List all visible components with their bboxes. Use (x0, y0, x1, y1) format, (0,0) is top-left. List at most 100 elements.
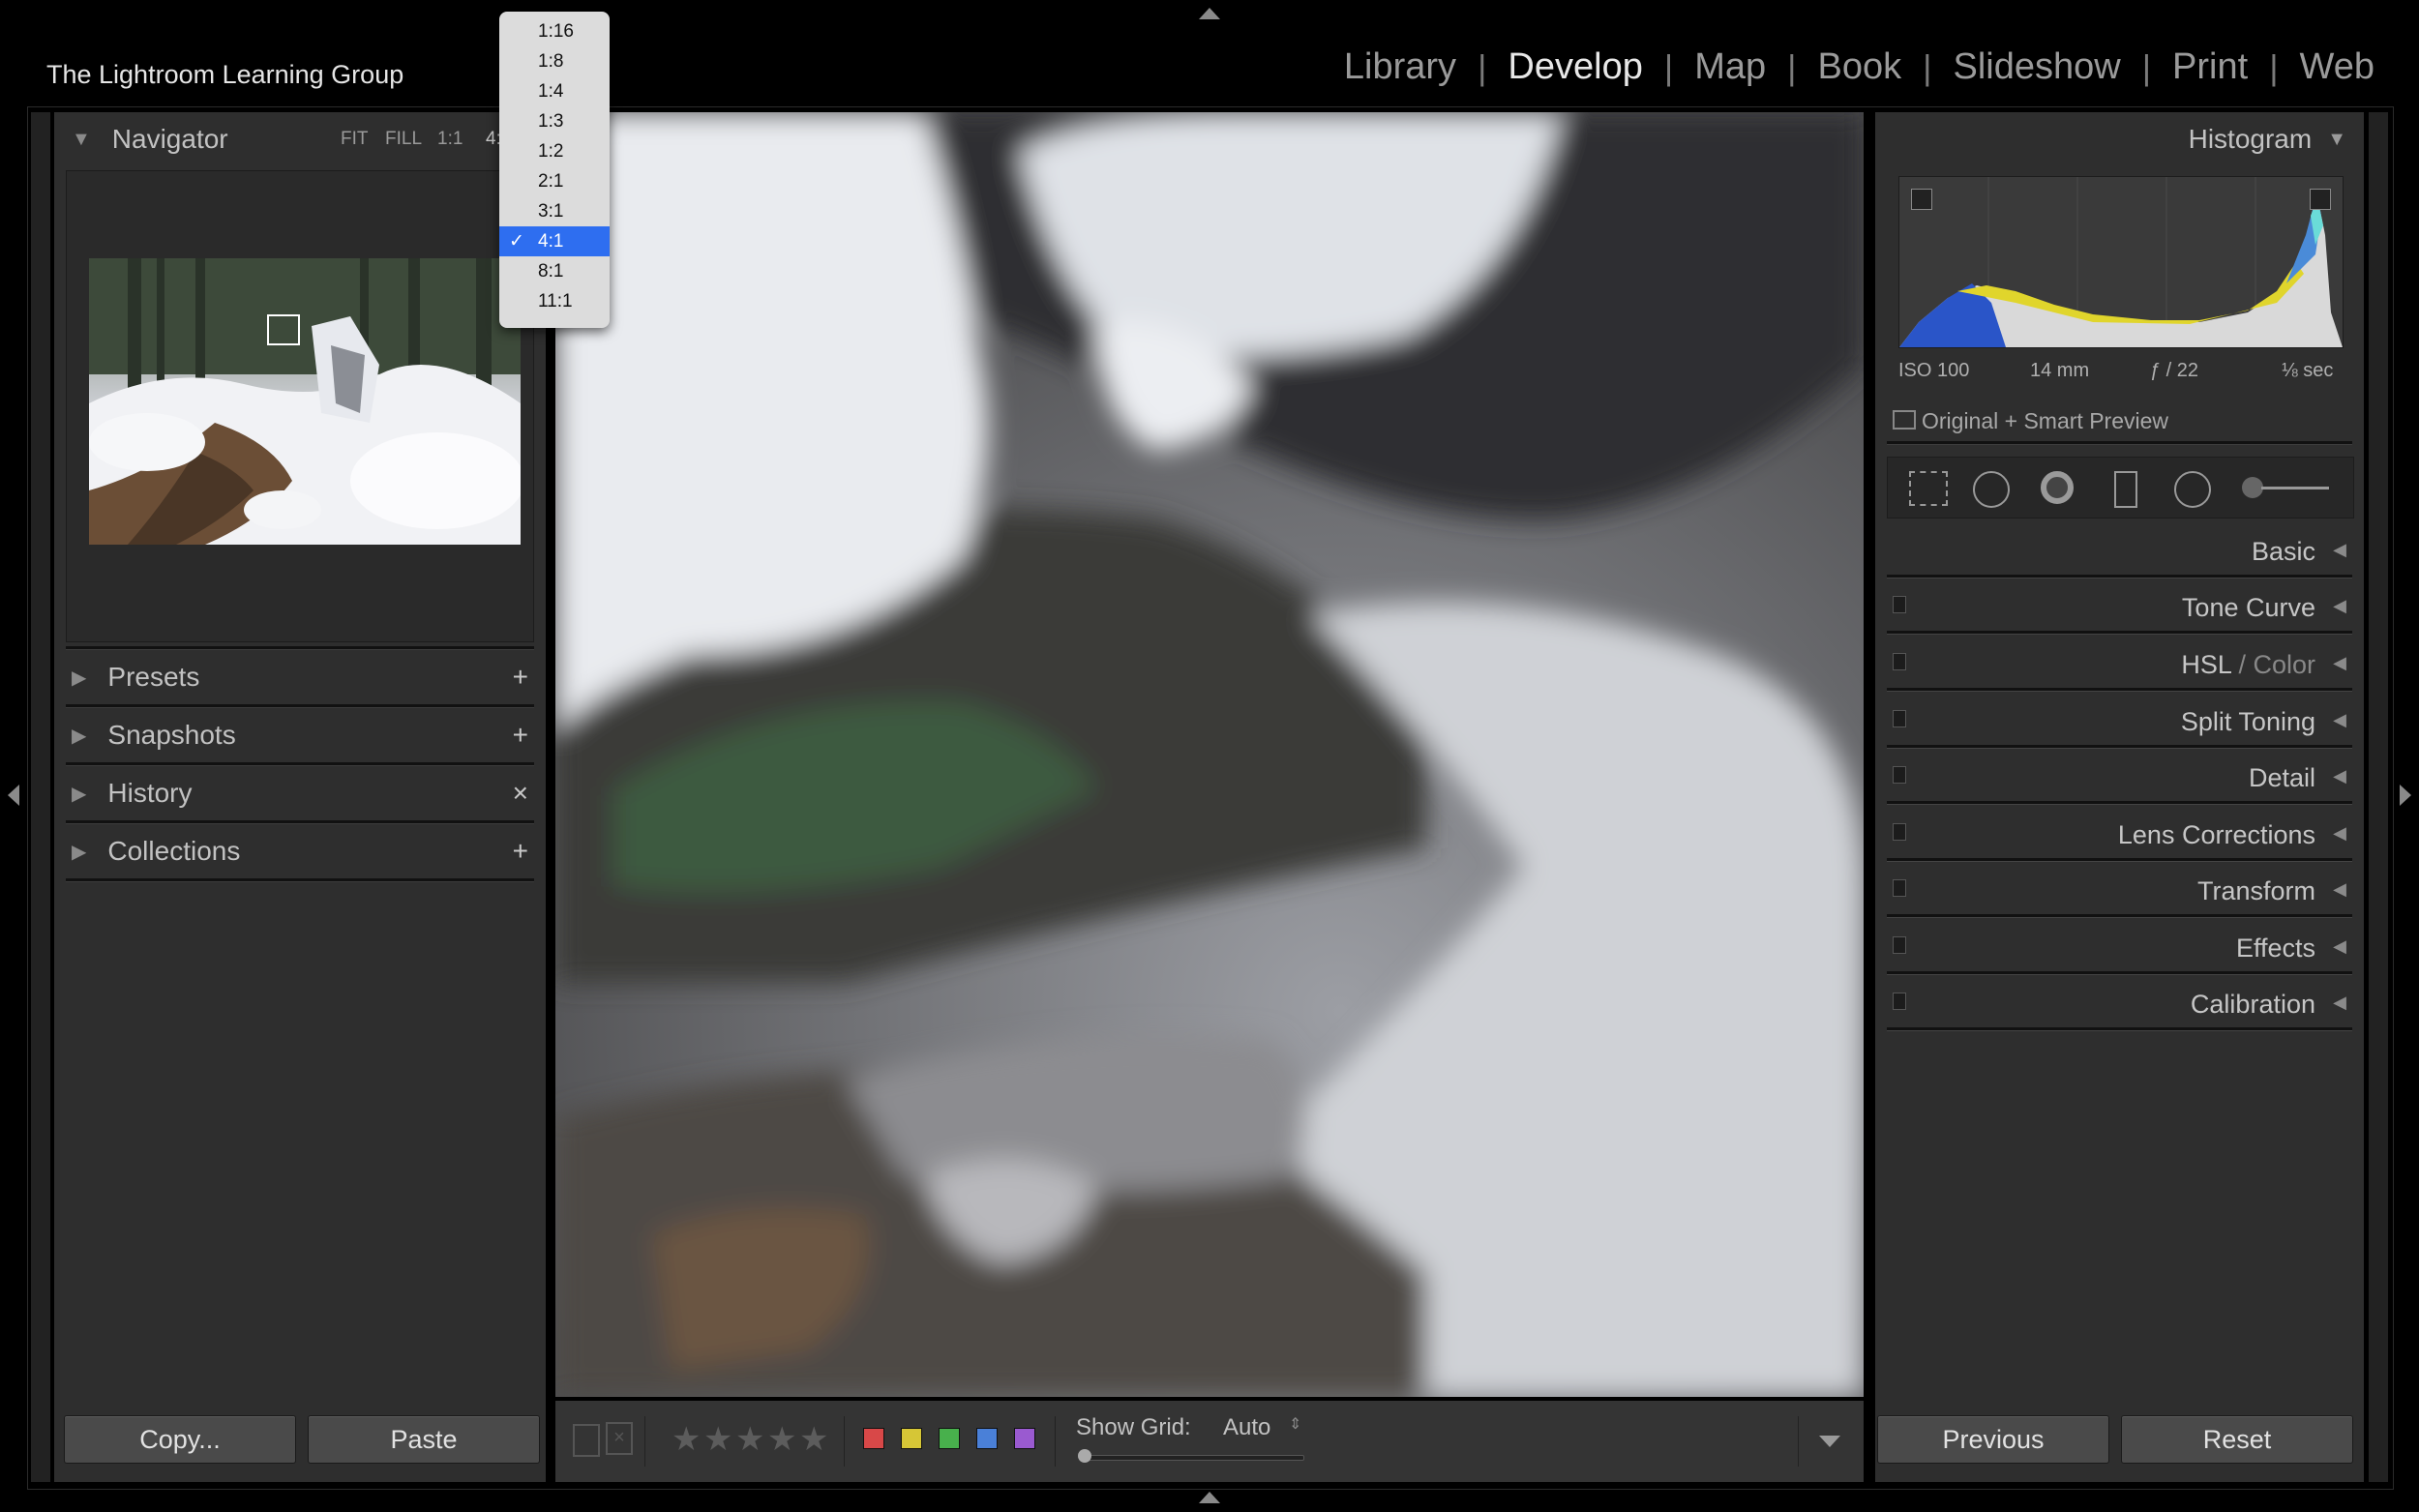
module-develop[interactable]: Develop (1486, 46, 1663, 88)
flag-pick-icon[interactable] (573, 1424, 600, 1457)
grid-opacity-thumb[interactable] (1078, 1449, 1091, 1463)
panel-toggle-switch[interactable] (1893, 596, 1906, 613)
color-label-yellow[interactable] (901, 1428, 922, 1449)
zoom-menu-item[interactable]: 1:3 (499, 106, 610, 136)
zoom-menu-item[interactable]: 11:1 (499, 286, 610, 316)
snapshots-header[interactable]: ▶ Snapshots + (54, 708, 546, 762)
module-slideshow[interactable]: Slideshow (1931, 46, 2141, 88)
history-header[interactable]: ▶ History × (54, 766, 546, 820)
expand-triangle-icon[interactable]: ▶ (72, 666, 86, 690)
top-panel-toggle[interactable] (1199, 8, 1220, 19)
radial-filter-icon[interactable] (2174, 471, 2211, 508)
module-map[interactable]: Map (1673, 46, 1787, 88)
basic-section[interactable]: Basic ◀ (1875, 524, 2364, 578)
crop-tool-icon[interactable] (1909, 471, 1948, 506)
star-2-icon[interactable]: ★ (703, 1420, 732, 1459)
zoom-menu-item-selected[interactable]: ✓ 4:1 (499, 226, 610, 256)
module-book[interactable]: Book (1796, 46, 1923, 88)
color-label-red[interactable] (863, 1428, 884, 1449)
hsl-color-section[interactable]: HSL / Color ◀ (1875, 637, 2364, 692)
expand-triangle-icon[interactable]: ◀ (2333, 540, 2346, 560)
module-library[interactable]: Library (1323, 46, 1478, 88)
zoom-menu-item[interactable]: 1:4 (499, 76, 610, 106)
expand-triangle-icon[interactable]: ▶ (72, 840, 86, 864)
expand-triangle-icon[interactable]: ◀ (2333, 596, 2346, 616)
expand-triangle-icon[interactable]: ◀ (2333, 766, 2346, 786)
image-viewer[interactable] (555, 112, 1864, 1397)
expand-triangle-icon[interactable]: ◀ (2333, 993, 2346, 1013)
presets-header[interactable]: ▶ Presets + (54, 650, 546, 704)
expand-triangle-icon[interactable]: ▶ (72, 724, 86, 748)
panel-toggle-switch[interactable] (1893, 936, 1906, 954)
shadow-clipping-icon[interactable] (1911, 189, 1932, 210)
collections-header[interactable]: ▶ Collections + (54, 824, 546, 878)
color-tab[interactable]: Color (2253, 650, 2315, 679)
zoom-menu-item[interactable]: 8:1 (499, 256, 610, 286)
collapse-triangle-icon[interactable]: ▼ (72, 129, 91, 151)
panel-toggle-switch[interactable] (1893, 993, 1906, 1010)
zoom-menu-item[interactable]: 1:8 (499, 46, 610, 76)
star-5-icon[interactable]: ★ (799, 1420, 828, 1459)
zoom-menu-item[interactable]: 3:1 (499, 196, 610, 226)
smart-preview-icon[interactable] (1893, 410, 1916, 430)
zoom-1-1[interactable]: 1:1 (437, 129, 463, 150)
add-snapshot-icon[interactable]: + (513, 720, 528, 751)
expand-triangle-icon[interactable]: ◀ (2333, 823, 2346, 844)
expand-triangle-icon[interactable]: ◀ (2333, 710, 2346, 730)
zoom-fit[interactable]: FIT (341, 129, 369, 150)
tone-curve-section[interactable]: Tone Curve ◀ (1875, 580, 2364, 635)
panel-toggle-switch[interactable] (1893, 879, 1906, 897)
navigator-preview[interactable] (66, 170, 534, 642)
hsl-tab[interactable]: HSL (2181, 650, 2231, 679)
right-panel-grip[interactable] (2369, 112, 2388, 1482)
zoom-fill[interactable]: FILL (385, 129, 422, 150)
spot-removal-icon[interactable] (1973, 471, 2010, 508)
module-web[interactable]: Web (2279, 46, 2396, 88)
detail-section[interactable]: Detail ◀ (1875, 751, 2364, 805)
star-1-icon[interactable]: ★ (672, 1420, 701, 1459)
select-stepper-icon[interactable]: ⇕ (1289, 1414, 1301, 1434)
module-print[interactable]: Print (2151, 46, 2269, 88)
copy-button[interactable]: Copy... (64, 1415, 296, 1464)
panel-toggle-switch[interactable] (1893, 710, 1906, 727)
navigator-header[interactable]: ▼ Navigator FIT FILL 1:1 4: (54, 112, 546, 166)
split-toning-section[interactable]: Split Toning ◀ (1875, 695, 2364, 749)
panel-toggle-switch[interactable] (1893, 653, 1906, 670)
star-3-icon[interactable]: ★ (735, 1420, 764, 1459)
add-collection-icon[interactable]: + (513, 836, 528, 867)
histogram[interactable] (1898, 176, 2344, 348)
panel-toggle-switch[interactable] (1893, 766, 1906, 784)
left-panel-toggle[interactable] (8, 785, 19, 806)
red-eye-icon[interactable] (2041, 471, 2074, 504)
show-grid-select[interactable]: Auto (1223, 1414, 1270, 1441)
filmstrip-toggle[interactable] (1199, 1492, 1220, 1503)
effects-section[interactable]: Effects ◀ (1875, 921, 2364, 975)
right-panel-toggle[interactable] (2400, 785, 2411, 806)
grid-opacity-track[interactable] (1084, 1455, 1304, 1461)
panel-toggle-switch[interactable] (1893, 823, 1906, 841)
zoom-menu-item[interactable]: 1:16 (499, 16, 610, 46)
color-label-green[interactable] (939, 1428, 960, 1449)
color-label-purple[interactable] (1014, 1428, 1035, 1449)
reset-button[interactable]: Reset (2121, 1415, 2353, 1464)
add-preset-icon[interactable]: + (513, 662, 528, 693)
expand-triangle-icon[interactable]: ◀ (2333, 936, 2346, 957)
zoom-menu-item[interactable]: 2:1 (499, 166, 610, 196)
zoom-menu-item[interactable]: 1:2 (499, 136, 610, 166)
color-label-blue[interactable] (976, 1428, 998, 1449)
lens-corrections-section[interactable]: Lens Corrections ◀ (1875, 808, 2364, 862)
histogram-header[interactable]: Histogram ▼ (1875, 112, 2364, 166)
expand-triangle-icon[interactable]: ◀ (2333, 653, 2346, 673)
collapse-triangle-icon[interactable]: ▼ (2327, 129, 2346, 151)
calibration-section[interactable]: Calibration ◀ (1875, 977, 2364, 1031)
transform-section[interactable]: Transform ◀ (1875, 864, 2364, 918)
highlight-clipping-icon[interactable] (2310, 189, 2331, 210)
expand-triangle-icon[interactable]: ▶ (72, 782, 86, 806)
left-panel-grip[interactable] (31, 112, 50, 1482)
navigator-zoom-box[interactable] (267, 314, 300, 345)
previous-button[interactable]: Previous (1877, 1415, 2109, 1464)
paste-button[interactable]: Paste (308, 1415, 540, 1464)
clear-history-icon[interactable]: × (513, 778, 528, 809)
adjustment-brush-icon[interactable] (2242, 477, 2263, 498)
star-4-icon[interactable]: ★ (767, 1420, 796, 1459)
